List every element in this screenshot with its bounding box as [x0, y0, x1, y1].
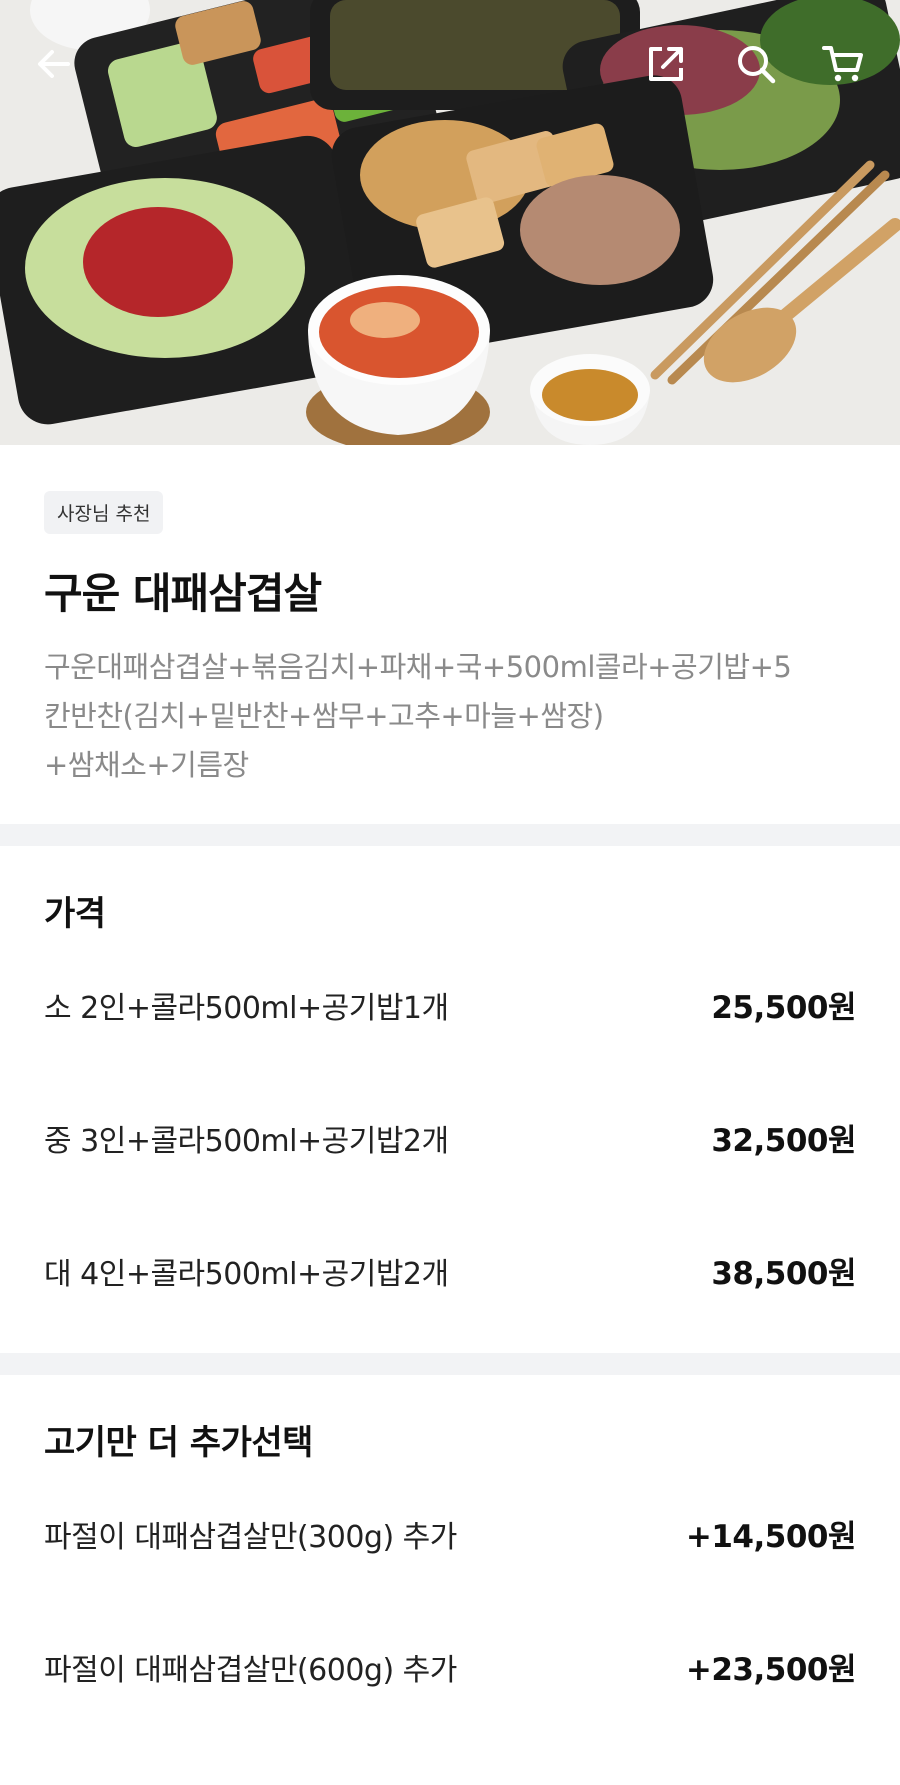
price-option-large[interactable]: 대 4인+콜라500ml+공기밥2개 38,500원 — [44, 1204, 856, 1337]
option-price: 38,500원 — [711, 1256, 856, 1292]
addon-section: 고기만 더 추가선택 파절이 대패삼겹살만(300g) 추가 +14,500원 … — [0, 1375, 900, 1785]
price-section-title: 가격 — [44, 894, 106, 934]
cart-icon — [822, 46, 863, 82]
option-label: 대 4인+콜라500ml+공기밥2개 — [44, 1256, 449, 1292]
product-description: 구운대패삼겹살+볶음김치+파채+국+500ml콜라+공기밥+5 칸반찬(김치+밑… — [44, 643, 856, 790]
product-title: 구운 대패삼겹살 — [44, 569, 322, 618]
recommend-badge: 사장님 추천 — [44, 491, 164, 534]
option-label: 소 2인+콜라500ml+공기밥1개 — [44, 990, 449, 1026]
section-divider — [0, 1353, 900, 1375]
share-icon — [649, 47, 683, 81]
option-price: 32,500원 — [711, 1123, 856, 1159]
option-label: 파절이 대패삼겹살만(600g) 추가 — [44, 1652, 457, 1688]
product-info: 사장님 추천 구운 대패삼겹살 구운대패삼겹살+볶음김치+파채+국+500ml콜… — [0, 445, 900, 824]
section-divider — [0, 824, 900, 846]
price-section: 가격 소 2인+콜라500ml+공기밥1개 25,500원 중 3인+콜라500… — [0, 846, 900, 1353]
arrow-left-icon — [38, 50, 70, 78]
addon-option-600g[interactable]: 파절이 대패삼겹살만(600g) 추가 +23,500원 — [44, 1600, 857, 1733]
cart-button[interactable] — [815, 36, 871, 92]
option-label: 파절이 대패삼겹살만(300g) 추가 — [44, 1519, 457, 1555]
option-price: +23,500원 — [685, 1652, 857, 1688]
addon-option-300g[interactable]: 파절이 대패삼겹살만(300g) 추가 +14,500원 — [44, 1467, 857, 1600]
price-option-medium[interactable]: 중 3인+콜라500ml+공기밥2개 32,500원 — [44, 1071, 856, 1204]
share-button[interactable] — [638, 36, 694, 92]
description-line: 칸반찬(김치+밑반찬+쌈무+고추+마늘+쌈장) — [44, 699, 604, 733]
price-option-small[interactable]: 소 2인+콜라500ml+공기밥1개 25,500원 — [44, 938, 856, 1071]
search-button[interactable] — [728, 36, 784, 92]
description-line: 구운대패삼겹살+볶음김치+파채+국+500ml콜라+공기밥+5 — [44, 650, 792, 684]
option-price: 25,500원 — [711, 990, 856, 1026]
option-price: +14,500원 — [685, 1519, 857, 1555]
option-label: 중 3인+콜라500ml+공기밥2개 — [44, 1123, 449, 1159]
search-icon — [738, 46, 776, 84]
top-navigation-bar — [0, 0, 900, 120]
addon-section-title: 고기만 더 추가선택 — [44, 1423, 313, 1463]
product-photo — [0, 0, 900, 445]
back-button[interactable] — [26, 36, 82, 92]
description-line: +쌈채소+기름장 — [44, 748, 249, 782]
